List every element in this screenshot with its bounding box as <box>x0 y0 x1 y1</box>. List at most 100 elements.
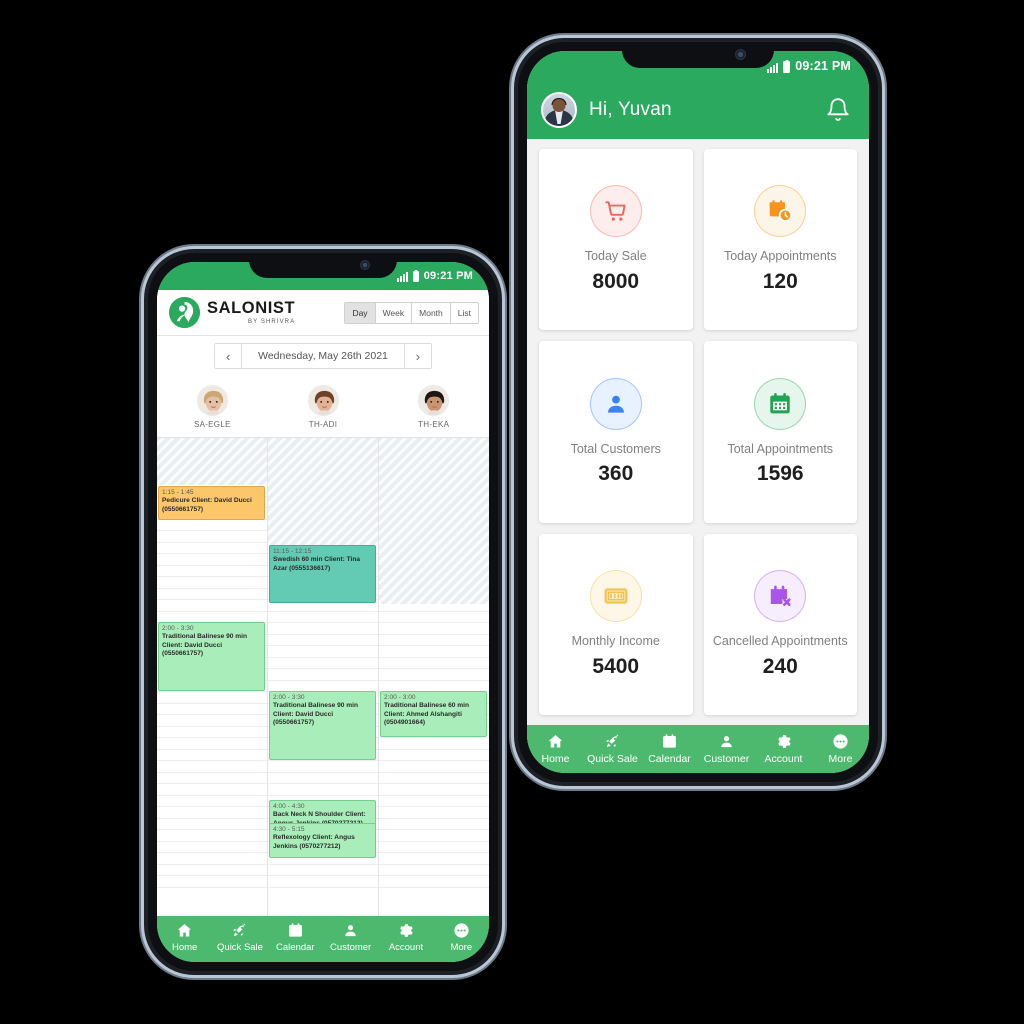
staff-columns-header: SA-EGLE TH-ADI TH-EKA <box>157 376 489 438</box>
appointment-block[interactable]: 2:00 - 3:30 Traditional Balinese 90 min … <box>158 622 265 691</box>
calendar-column[interactable]: 11:15 - 12:15 Swedish 60 min Client: Tin… <box>268 438 379 916</box>
appointment-block[interactable]: 1:15 - 1:45 Pedicure Client: David Ducci… <box>158 486 265 520</box>
nav-item-label: Customer <box>703 753 750 765</box>
calendar-clock-icon <box>754 185 807 238</box>
battery-icon <box>783 61 791 73</box>
gear-icon <box>397 922 414 939</box>
stylist-avatar <box>418 384 450 416</box>
appointment-block[interactable]: 4:30 - 5:15 Reflexology Client: Angus Je… <box>269 823 376 858</box>
nav-item-calendar[interactable]: Calendar <box>268 922 323 953</box>
user-avatar[interactable] <box>541 92 577 128</box>
nav-item-quick-sale[interactable]: Quick Sale <box>584 732 641 765</box>
phone-notch <box>249 253 397 278</box>
nav-item-label: Home <box>541 753 570 765</box>
tab-week[interactable]: Week <box>375 302 413 323</box>
stat-card[interactable]: Total Customers 360 <box>539 341 693 523</box>
calendar-cancel-icon <box>754 570 807 623</box>
stat-card-value: 240 <box>762 654 798 678</box>
bell-icon[interactable] <box>825 97 851 123</box>
nav-item-home[interactable]: Home <box>157 922 212 953</box>
stat-card-value: 5400 <box>592 654 640 678</box>
signal-bars-icon <box>767 63 779 73</box>
person-icon <box>342 922 359 939</box>
stat-card-value: 360 <box>598 462 634 486</box>
nav-item-calendar[interactable]: Calendar <box>641 732 698 765</box>
appointment-time: 4:30 - 5:15 <box>273 826 305 833</box>
appointment-detail: Pedicure Client: David Ducci (0550661757… <box>162 497 252 513</box>
calendar-icon <box>287 922 304 939</box>
stat-card-label: Today Appointments <box>723 249 837 264</box>
nav-item-quick-sale[interactable]: Quick Sale <box>212 922 267 953</box>
appointment-block[interactable]: 11:15 - 12:15 Swedish 60 min Client: Tin… <box>269 545 376 603</box>
tab-month[interactable]: Month <box>412 302 451 323</box>
nav-item-account[interactable]: Account <box>378 922 433 953</box>
appointment-detail: Traditional Balinese 90 min Client: Davi… <box>273 702 359 727</box>
tab-day[interactable]: Day <box>345 302 376 323</box>
calendar-icon <box>661 732 679 750</box>
nav-item-label: Calendar <box>276 942 315 953</box>
stylist-avatar <box>196 384 228 416</box>
nav-item-more[interactable]: More <box>812 732 869 765</box>
appointment-detail: Traditional Balinese 60 min Client: Ahme… <box>384 702 470 727</box>
stat-card[interactable]: Monthly Income 5400 <box>539 533 693 715</box>
staff-column-th-adi[interactable]: TH-ADI <box>268 376 379 437</box>
shopping-cart-icon <box>589 185 642 238</box>
calendar-screen: 09:21 PM SALONIST BY SHRIVRA Day Week Mo… <box>157 262 489 962</box>
screenshot-stage: 09:21 PM Hi, Yuvan Today Sale 8000 Today… <box>0 0 1024 1024</box>
stat-card-label: Cancelled Appointments <box>712 634 848 649</box>
stat-card-label: Total Customers <box>570 441 661 456</box>
tab-list[interactable]: List <box>450 302 478 323</box>
stat-card[interactable]: Today Appointments 120 <box>703 149 857 331</box>
signal-bars-icon <box>396 272 408 282</box>
appointment-detail: Swedish 60 min Client: Tina Azar (055513… <box>273 556 361 572</box>
home-icon <box>176 922 193 939</box>
appointment-block[interactable]: 2:00 - 3:00 Traditional Balinese 60 min … <box>380 691 487 737</box>
calendar-column[interactable]: 2:00 - 3:00 Traditional Balinese 60 min … <box>379 438 489 916</box>
appointment-time: 2:00 - 3:30 <box>162 625 194 632</box>
chevron-right-icon[interactable]: › <box>403 344 431 368</box>
ellipsis-icon <box>832 732 850 750</box>
person-icon <box>718 732 736 750</box>
nav-item-label: More <box>828 753 853 765</box>
calendar-column[interactable]: 1:15 - 1:45 Pedicure Client: David Ducci… <box>157 438 268 916</box>
home-icon <box>547 732 565 750</box>
nav-item-label: Quick Sale <box>217 942 263 953</box>
nav-item-label: Customer <box>330 942 372 953</box>
nav-item-label: Calendar <box>648 753 691 765</box>
ellipsis-icon <box>453 922 470 939</box>
appointment-detail: Traditional Balinese 90 min Client: Davi… <box>162 633 248 658</box>
staff-column-th-eka[interactable]: TH-EKA <box>378 376 489 437</box>
unavailable-time-region <box>157 438 267 485</box>
rocket-icon <box>604 732 622 750</box>
nav-item-label: Quick Sale <box>587 753 638 765</box>
staff-column-sa-egle[interactable]: SA-EGLE <box>157 376 268 437</box>
stat-card[interactable]: Total Appointments 1596 <box>703 341 857 523</box>
staff-name: TH-ADI <box>308 419 338 429</box>
nav-item-customer[interactable]: Customer <box>698 732 755 765</box>
brand-name: SALONIST <box>207 299 296 318</box>
nav-item-account[interactable]: Account <box>755 732 812 765</box>
stat-card[interactable]: Today Sale 8000 <box>539 149 693 331</box>
calendar-icon <box>754 377 807 430</box>
greeting-text: Hi, Yuvan <box>589 99 672 120</box>
bottom-navigation: Home Quick Sale Calendar Customer Accoun… <box>527 725 869 773</box>
staff-name: TH-EKA <box>418 419 450 429</box>
nav-item-home[interactable]: Home <box>527 732 584 765</box>
dashboard-phone: 09:21 PM Hi, Yuvan Today Sale 8000 Today… <box>518 42 878 782</box>
view-tabs: Day Week Month List <box>344 301 479 324</box>
calendar-grid: 1:15 - 1:45 Pedicure Client: David Ducci… <box>157 438 489 916</box>
brand-logo: SALONIST BY SHRIVRA <box>169 297 344 328</box>
appointment-time: 2:00 - 3:30 <box>273 694 305 701</box>
nav-item-customer[interactable]: Customer <box>323 922 378 953</box>
nav-item-label: Home <box>171 942 198 953</box>
calendar-top-bar: SALONIST BY SHRIVRA Day Week Month List <box>157 290 489 336</box>
stat-card-value: 8000 <box>592 269 640 293</box>
stat-card[interactable]: Cancelled Appointments 240 <box>703 533 857 715</box>
stat-card-label: Today Sale <box>584 249 647 264</box>
appointment-block[interactable]: 2:00 - 3:30 Traditional Balinese 90 min … <box>269 691 376 760</box>
brand-tagline: BY SHRIVRA <box>247 318 296 325</box>
stat-card-value: 120 <box>762 269 798 293</box>
nav-item-more[interactable]: More <box>434 922 489 953</box>
chevron-left-icon[interactable]: ‹ <box>215 344 243 368</box>
stat-card-label: Total Appointments <box>727 441 834 456</box>
